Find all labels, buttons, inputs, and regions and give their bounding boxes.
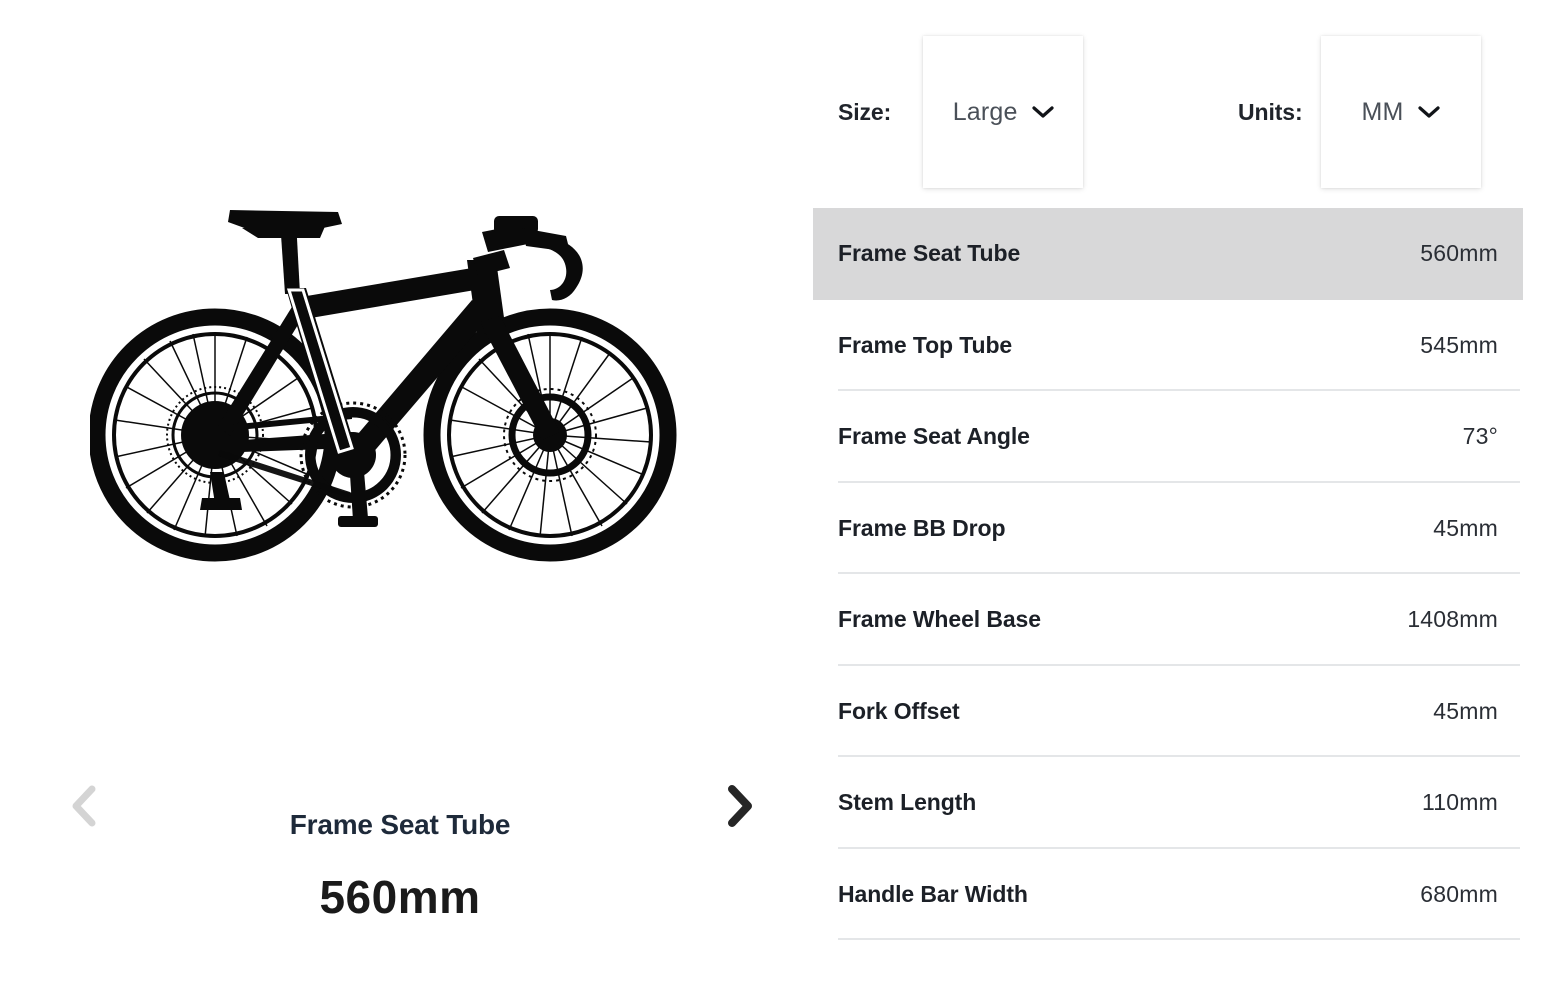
spec-row-value: 1408mm <box>1407 606 1498 633</box>
units-control: Units: MM <box>1238 36 1481 188</box>
table-row[interactable]: Stem Length 110mm <box>813 757 1523 849</box>
bicycle-silhouette-icon <box>90 210 677 562</box>
spec-row-label: Frame Top Tube <box>838 331 1013 358</box>
spec-row-value: 545mm <box>1420 331 1498 358</box>
spec-row-label: Frame Seat Tube <box>838 240 1021 267</box>
chevron-right-icon <box>728 785 752 827</box>
spec-row-value: 560mm <box>1420 240 1498 267</box>
chevron-left-icon <box>72 785 96 827</box>
spec-row-label: Frame Seat Angle <box>838 423 1030 450</box>
units-select[interactable]: MM <box>1320 36 1481 188</box>
spec-row-label: Stem Length <box>838 789 977 816</box>
chevron-down-icon <box>1032 106 1054 118</box>
size-control: Size: Large <box>838 36 1084 188</box>
geometry-spec-viewer: Frame Seat Tube 560mm Size: Large Units:… <box>0 0 1556 984</box>
spec-row-value: 73° <box>1462 423 1498 450</box>
next-spec-button[interactable] <box>708 770 772 842</box>
spec-panel: Size: Large Units: MM Frame Seat Tube 56… <box>800 0 1556 984</box>
chevron-down-icon <box>1417 106 1440 118</box>
table-row[interactable]: Frame Wheel Base 1408mm <box>813 574 1523 666</box>
spec-row-label: Handle Bar Width <box>838 880 1028 907</box>
spec-row-label: Frame BB Drop <box>838 514 1006 541</box>
units-select-value: MM <box>1361 97 1404 126</box>
table-row[interactable]: Frame Top Tube 545mm <box>813 300 1523 391</box>
table-row[interactable]: Fork Offset 45mm <box>813 666 1523 757</box>
controls-bar: Size: Large Units: MM <box>800 0 1556 208</box>
spec-row-value: 45mm <box>1433 514 1498 541</box>
row-divider <box>838 938 1520 940</box>
units-label: Units: <box>1238 98 1303 125</box>
size-select-value: Large <box>952 97 1018 126</box>
caption-title: Frame Seat Tube <box>289 809 511 840</box>
table-row[interactable]: Frame BB Drop 45mm <box>813 483 1523 574</box>
bike-image <box>60 150 740 630</box>
spec-row-value: 680mm <box>1420 880 1498 907</box>
spec-row-value: 45mm <box>1433 697 1498 724</box>
table-row[interactable]: Frame Seat Tube 560mm <box>813 208 1523 300</box>
size-label: Size: <box>838 98 892 125</box>
size-select[interactable]: Large <box>923 36 1084 188</box>
carousel-navigation: Frame Seat Tube 560mm <box>0 760 800 960</box>
spec-row-label: Fork Offset <box>838 697 960 724</box>
table-row[interactable]: Frame Seat Angle 73° <box>813 391 1523 483</box>
spec-row-label: Frame Wheel Base <box>838 606 1041 633</box>
bike-viewer-panel: Frame Seat Tube 560mm <box>0 0 800 984</box>
spec-row-value: 110mm <box>1422 789 1498 816</box>
spec-caption: Frame Seat Tube 560mm <box>100 760 700 925</box>
spec-table: Frame Seat Tube 560mm Frame Top Tube 545mm F… <box>813 208 1523 940</box>
table-row[interactable]: Handle Bar Width 680mm <box>813 849 1523 940</box>
caption-value: 560mm <box>319 870 481 923</box>
